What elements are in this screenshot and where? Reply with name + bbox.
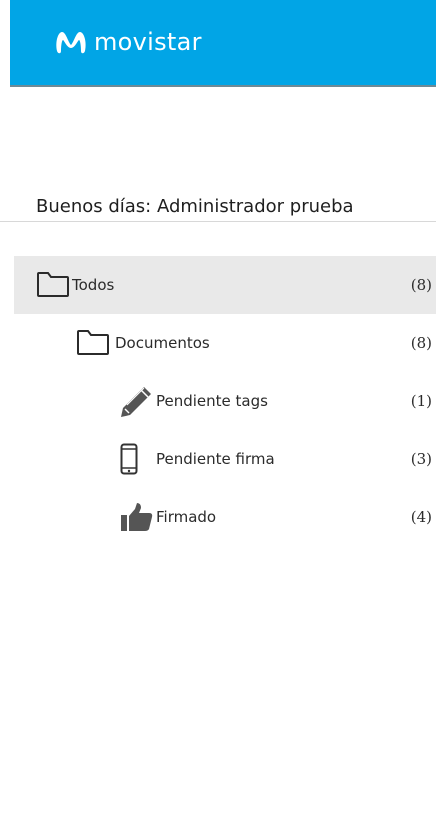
tree-item-count: (4) <box>410 508 432 526</box>
tree-item-label: Pendiente firma <box>156 450 275 468</box>
brand-name: movistar <box>94 28 202 56</box>
folder-icon <box>77 330 109 355</box>
phone-icon <box>120 443 138 475</box>
tree-item-label: Pendiente tags <box>156 392 268 410</box>
tree-item-firmado[interactable]: Firmado (4) <box>14 488 436 546</box>
tree-item-count: (3) <box>410 450 432 468</box>
tree-item-count: (8) <box>410 276 432 294</box>
tree-item-label: Firmado <box>156 508 217 526</box>
tree-item-label: Todos <box>72 276 115 294</box>
tree-item-count: (1) <box>410 392 432 410</box>
page: movistar Buenos días: Administrador prue… <box>0 0 436 835</box>
thumbs-up-icon <box>121 503 153 531</box>
folder-tree: Todos (8) Documentos (8) Pendiente tags … <box>14 256 436 546</box>
tree-item-label: Documentos <box>115 334 210 352</box>
brand-logo[interactable]: movistar <box>54 28 202 56</box>
tree-item-pendiente-firma[interactable]: Pendiente firma (3) <box>14 430 436 488</box>
tree-item-pendiente-tags[interactable]: Pendiente tags (1) <box>14 372 436 430</box>
movistar-m-icon <box>56 32 86 54</box>
folder-icon <box>37 272 69 297</box>
greeting-title: Buenos días: Administrador prueba <box>36 196 354 217</box>
tree-item-todos[interactable]: Todos (8) <box>14 256 436 314</box>
greeting-divider <box>0 221 436 222</box>
pencil-icon <box>121 387 151 417</box>
tree-item-count: (8) <box>410 334 432 352</box>
app-header: movistar <box>10 0 436 87</box>
tree-item-documentos[interactable]: Documentos (8) <box>14 314 436 372</box>
